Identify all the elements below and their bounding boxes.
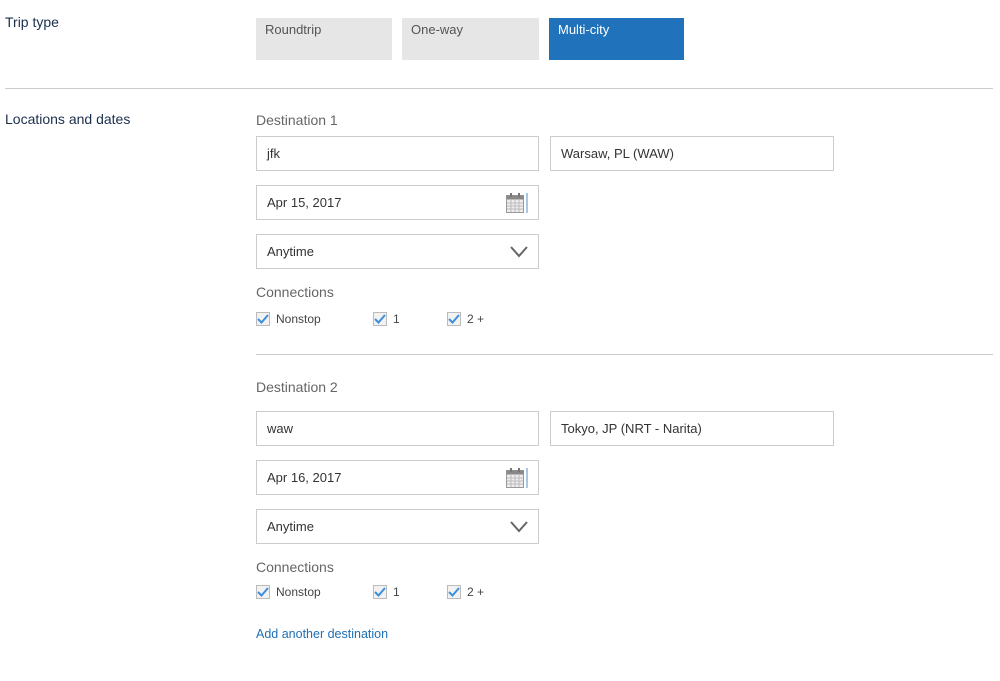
calendar-icon[interactable] [506,467,528,488]
destination-2-from-input[interactable]: waw [256,411,539,446]
checkbox-label: 1 [393,585,400,599]
checkmark-icon [447,585,461,599]
destination-2-time-select[interactable]: Anytime [256,509,539,544]
roundtrip-button[interactable]: Roundtrip [256,18,392,60]
one-stop-checkbox[interactable]: 1 [373,312,400,326]
checkbox-label: 2 + [467,585,485,599]
chevron-down-icon [510,520,528,533]
destination-2-date-input[interactable]: Apr 16, 2017 [256,460,539,495]
destination-1-from-input[interactable]: jfk [256,136,539,171]
one-stop-checkbox[interactable]: 1 [373,585,400,599]
nonstop-checkbox[interactable]: Nonstop [256,312,321,326]
destination-2-title: Destination 2 [256,379,338,395]
checkmark-icon [256,585,270,599]
locations-label: Locations and dates [5,111,131,127]
destination-1-to-input[interactable]: Warsaw, PL (WAW) [550,136,834,171]
nonstop-checkbox[interactable]: Nonstop [256,585,321,599]
to-value: Warsaw, PL (WAW) [561,146,674,161]
checkmark-icon [373,585,387,599]
destination-2-to-input[interactable]: Tokyo, JP (NRT - Narita) [550,411,834,446]
time-value: Anytime [267,519,314,534]
destination-1-time-select[interactable]: Anytime [256,234,539,269]
to-value: Tokyo, JP (NRT - Narita) [561,421,702,436]
checkbox-label: Nonstop [276,585,321,599]
section-divider [5,88,993,89]
destination-1-title: Destination 1 [256,112,338,128]
checkmark-icon [373,312,387,326]
trip-type-label: Trip type [5,14,59,30]
two-plus-stops-checkbox[interactable]: 2 + [447,585,484,599]
date-value: Apr 15, 2017 [267,195,342,210]
checkbox-label: Nonstop [276,312,321,326]
checkbox-label: 1 [393,312,400,326]
from-value: jfk [267,146,280,161]
destination-divider [256,354,993,355]
chevron-down-icon [510,245,528,258]
calendar-icon[interactable] [506,192,528,213]
two-plus-stops-checkbox[interactable]: 2 + [447,312,484,326]
multi-city-button[interactable]: Multi-city [549,18,684,60]
time-value: Anytime [267,244,314,259]
checkmark-icon [256,312,270,326]
connections-label: Connections [256,559,334,575]
one-way-button[interactable]: One-way [402,18,539,60]
from-value: waw [267,421,294,436]
checkmark-icon [447,312,461,326]
add-destination-link[interactable]: Add another destination [256,627,388,641]
connections-label: Connections [256,284,334,300]
checkbox-label: 2 + [467,312,485,326]
date-value: Apr 16, 2017 [267,470,342,485]
destination-1-date-input[interactable]: Apr 15, 2017 [256,185,539,220]
